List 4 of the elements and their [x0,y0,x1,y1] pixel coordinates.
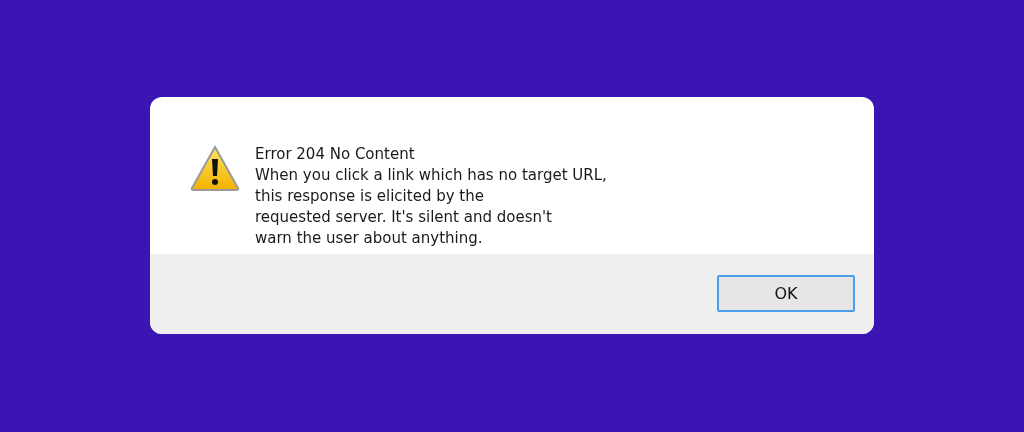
warning-icon [190,145,240,191]
error-message: When you click a link which has no target URL, this response is elicited by the requested server. It's silent and doesn't warn the user about anything. [255,165,607,249]
error-title: Error 204 No Content [255,144,416,165]
ok-button[interactable]: OK [717,275,855,312]
